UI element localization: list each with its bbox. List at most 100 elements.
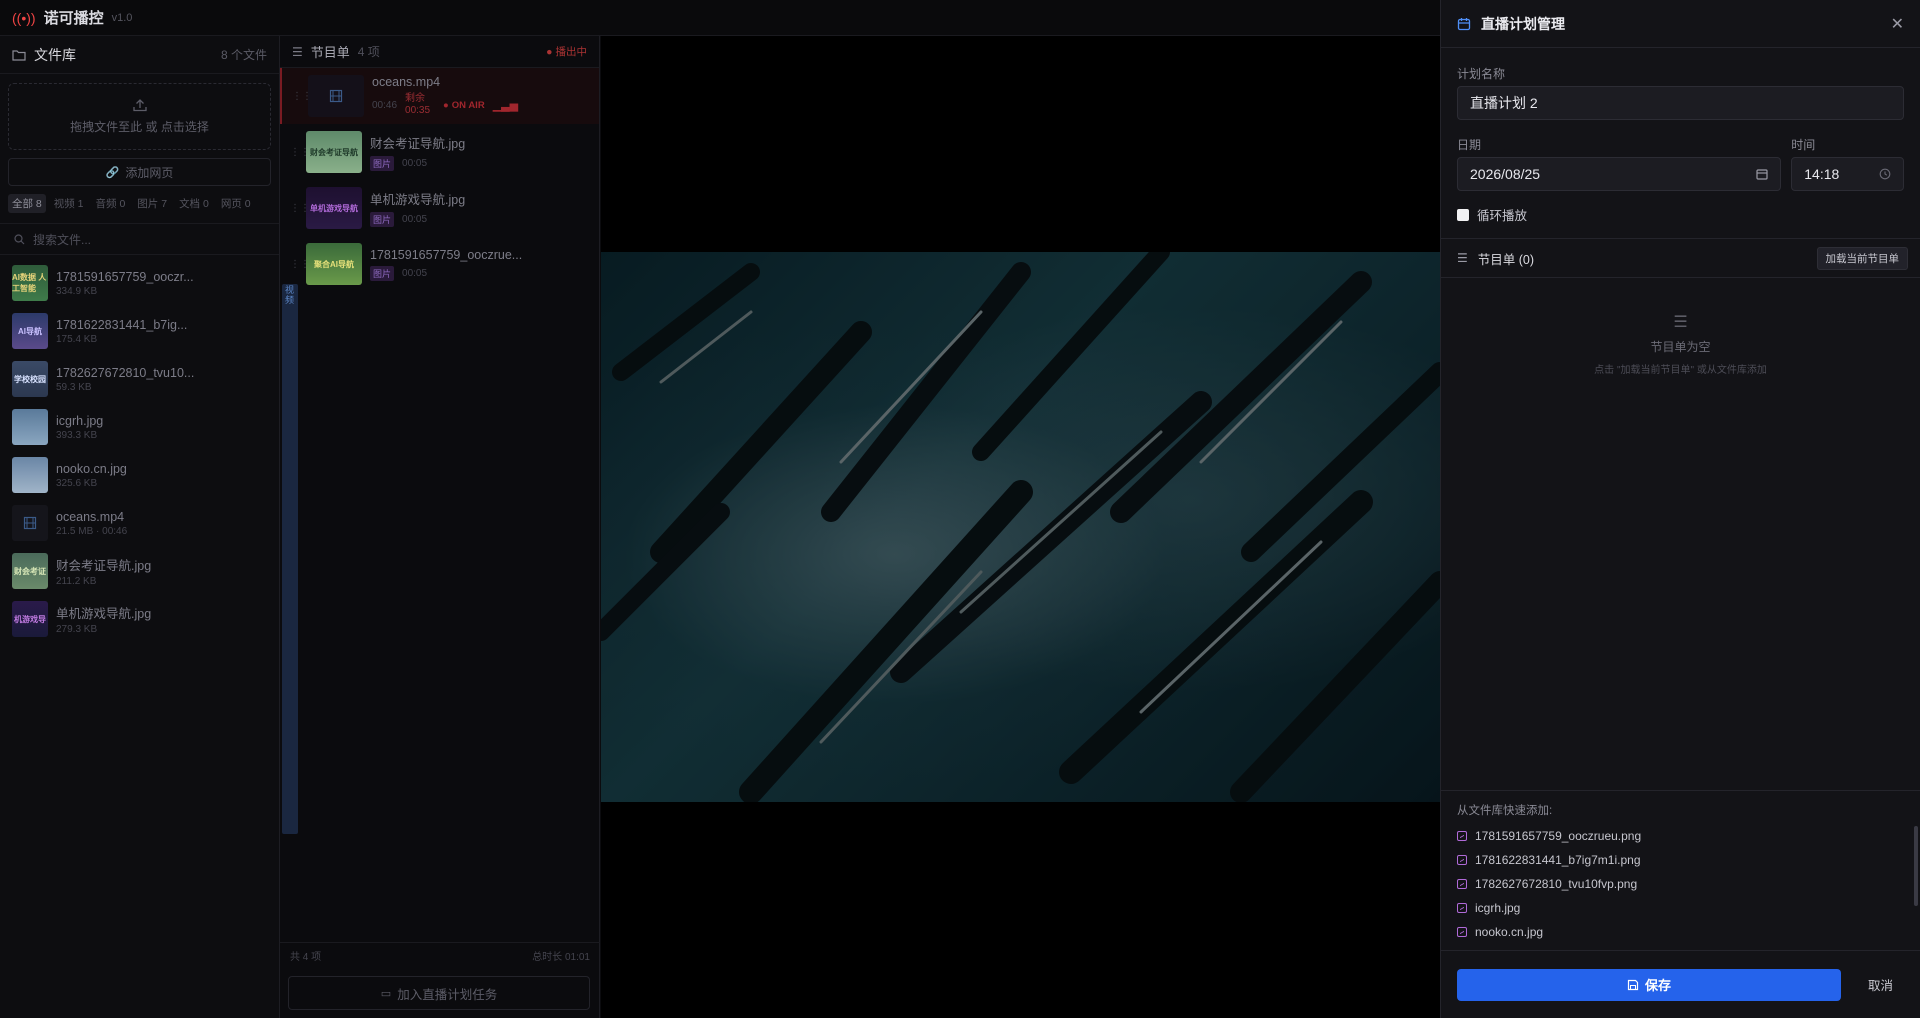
loop-label: 循环播放 [1477,209,1528,223]
add-webpage-button[interactable]: 🔗 添加网页 [8,158,271,186]
file-name: oceans.mp4 [56,509,125,524]
file-name: 财会考证导航.jpg [56,559,152,573]
drag-handle-icon[interactable]: ⋮⋮ [290,259,310,270]
type-badge: 视频 [282,284,298,834]
load-current-playlist-button[interactable]: 加载当前节目单 [1816,246,1908,270]
loop-checkbox[interactable]: 循环播放 [1457,205,1904,224]
plan-name-input[interactable]: 直播计划 2 [1457,86,1904,120]
video-frame[interactable] [601,252,1440,802]
file-thumbnail [12,409,48,445]
quick-add-item[interactable]: 1782627672810_tvu10fvp.png [1441,872,1920,896]
playlist-count: 4 项 [357,45,380,59]
file-thumbnail: 机游戏导 [12,601,48,637]
filter-all[interactable]: 全部 8 [8,194,46,213]
playlist-item[interactable]: ⋮⋮ oceans.mp4 视频 00:46 剩余 00:35 ● ON AIR … [280,68,599,834]
filter-web[interactable]: 网页 0 [217,194,255,213]
calendar-icon[interactable] [1756,168,1768,180]
drawer-title: 直播计划管理 [1481,15,1565,32]
audio-level-icon: ▁▃▅ [492,99,519,112]
quick-add-item[interactable]: nooko.cn.jpg [1441,920,1920,944]
file-list: AI数据 人工智能 1781591657759_ooczr... 334.9 KB… [0,255,279,643]
item-thumbnail: 单机游戏导航 [306,187,362,229]
file-size: 21.5 MB · 00:46 [56,525,128,537]
file-size: 175.4 KB [56,333,98,345]
list-item[interactable]: AI数据 人工智能 1781591657759_ooczr... 334.9 KB [0,259,279,307]
image-icon [1457,855,1467,865]
list-icon: ☰ [1457,251,1468,265]
program-title: 节目单 (0) [1477,252,1535,267]
folder-icon [12,49,26,61]
search-placeholder: 搜索文件... [33,232,92,247]
upload-icon [132,99,147,112]
empty-state: ☰ 节目单为空 点击 "加载当前节目单" 或从文件库添加 [1441,312,1920,376]
item-name: 1781591657759_ooczrue... [370,247,523,262]
calendar-icon [1457,17,1471,30]
list-item[interactable]: 机游戏导 单机游戏导航.jpg 279.3 KB [0,595,279,643]
drag-handle-icon[interactable]: ⋮⋮ [292,91,312,102]
list-item[interactable]: AI导航 1781622831441_b7ig... 175.4 KB [0,307,279,355]
save-button[interactable]: 保存 [1457,968,1841,1001]
filter-audio[interactable]: 音频 0 [92,194,130,213]
save-icon [1627,979,1639,990]
file-name: nooko.cn.jpg [56,461,127,476]
playlist-header: ☰ 节目单 4 项 ● 播出中 [280,36,599,68]
drag-handle-icon[interactable]: ⋮⋮ [290,203,310,214]
app-title: 诺可播控 [43,10,104,27]
file-library: 文件库 8 个文件 拖拽文件至此 或 点击选择 🔗 添加网页 全部 8 视频 1… [0,36,280,1018]
file-thumbnail: AI导航 [12,313,48,349]
quick-add-section: 从文件库快速添加: 1781591657759_ooczrueu.png 178… [1441,790,1920,950]
file-size: 393.3 KB [56,429,98,441]
add-schedule-task-button[interactable]: ▭ 加入直播计划任务 [288,976,590,1010]
app-version: v1.0 [111,11,133,24]
filter-video[interactable]: 视频 1 [50,194,88,213]
list-item[interactable]: 财会考证 财会考证导航.jpg 211.2 KB [0,547,279,595]
playlist-item[interactable]: ⋮⋮ 单机游戏导航 单机游戏导航.jpg 图片 00:05 [280,180,599,236]
schedule-drawer: 直播计划管理 ✕ 计划名称 直播计划 2 日期 2026/08/25 时间 14… [1440,0,1920,1018]
list-item[interactable]: 学校校园 1782627672810_tvu10... 59.3 KB [0,355,279,403]
quick-add-item[interactable]: 1781622831441_b7ig7m1i.png [1441,848,1920,872]
item-name: 财会考证导航.jpg [370,137,466,151]
quick-add-title: 从文件库快速添加: [1457,805,1553,817]
list-item[interactable]: icgrh.jpg 393.3 KB [0,403,279,451]
footer-total: 总时长 01:01 [532,952,590,963]
cancel-button[interactable]: 取消 [1868,975,1905,994]
library-count: 8 个文件 [220,48,267,62]
app-root: ((•)) 诺可播控 v1.0 文件库 8 个文件 拖拽文件至此 或 点击选择 … [0,0,1920,1018]
add-webpage-label: 添加网页 [125,165,174,180]
search-icon [14,233,25,244]
close-icon[interactable]: ✕ [1891,14,1904,34]
drag-handle-icon[interactable]: ⋮⋮ [290,147,310,158]
on-air-badge: ● ON AIR [443,99,485,111]
image-icon [1457,927,1467,937]
file-thumbnail: 学校校园 [12,361,48,397]
playlist-item[interactable]: ⋮⋮ 财会考证导航 财会考证导航.jpg 图片 00:05 [280,124,599,180]
item-duration: 00:05 [402,214,428,225]
quick-add-item[interactable]: 1781591657759_ooczrueu.png [1441,824,1920,848]
search-input[interactable]: 搜索文件... [0,223,279,255]
library-header: 文件库 8 个文件 [0,36,279,74]
quick-add-item[interactable]: icgrh.jpg [1441,896,1920,920]
date-input[interactable]: 2026/08/25 [1457,157,1782,191]
list-item[interactable]: nooko.cn.jpg 325.6 KB [0,451,279,499]
top-bar: ((•)) 诺可播控 v1.0 [0,0,1440,36]
filter-tabs: 全部 8 视频 1 音频 0 图片 7 文档 0 网页 0 [0,186,279,213]
playlist-item[interactable]: ⋮⋮ 聚合AI导航 1781591657759_ooczrue... 图片 00:… [280,236,599,292]
playlist-title: 节目单 [310,45,350,60]
file-size: 325.6 KB [56,477,98,489]
file-name: icgrh.jpg [56,413,104,428]
checkbox[interactable] [1457,208,1469,221]
file-name: 1781591657759_ooczr... [56,269,194,284]
clock-icon[interactable] [1879,168,1891,180]
filter-doc[interactable]: 文档 0 [175,194,213,213]
filter-image[interactable]: 图片 7 [133,194,171,213]
file-thumbnail [12,457,48,493]
list-item[interactable]: oceans.mp4 21.5 MB · 00:46 [0,499,279,547]
type-badge: 图片 [370,212,395,227]
quick-add-scrollbar[interactable] [1914,826,1918,906]
upload-dropzone[interactable]: 拖拽文件至此 或 点击选择 [8,83,271,150]
footer-count: 共 4 项 [290,952,322,963]
plan-name-label: 计划名称 [1457,67,1506,81]
time-input[interactable]: 14:18 [1791,157,1904,191]
time-label: 时间 [1791,138,1816,152]
list-icon: ☰ [292,44,303,59]
